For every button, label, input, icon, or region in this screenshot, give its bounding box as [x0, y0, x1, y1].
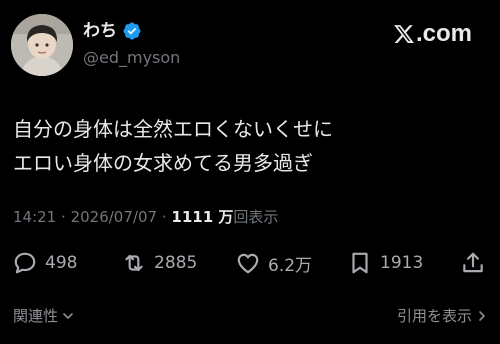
- meta-separator: ·: [161, 208, 167, 226]
- tweet-meta: 14:21 · 2026/07/07 · 1111 万回表示: [13, 207, 278, 227]
- views-label: 回表示: [233, 208, 279, 226]
- heart-icon: [237, 253, 259, 274]
- view-quotes-label: 引用を表示: [396, 307, 472, 325]
- share-button[interactable]: [460, 247, 486, 279]
- verified-badge-icon: [123, 22, 141, 40]
- chevron-right-icon: [479, 310, 485, 321]
- like-count: 6.2万: [268, 255, 313, 276]
- repost-count: 2885: [154, 253, 198, 273]
- views-count: 1111 万: [171, 208, 234, 226]
- sort-relevance-dropdown[interactable]: 関連性: [13, 305, 74, 326]
- brand-logo: .com: [393, 20, 472, 48]
- repost-icon: [125, 254, 143, 272]
- x-logo-icon: [394, 25, 414, 43]
- repost-button[interactable]: 2885: [121, 247, 197, 279]
- reply-button[interactable]: 498: [12, 247, 77, 279]
- tweet-line: エロい身体の女求めてる男多過ぎ: [13, 151, 313, 175]
- user-handle[interactable]: @ed_myson: [83, 48, 180, 68]
- bookmark-button[interactable]: 1913: [347, 247, 423, 279]
- like-button[interactable]: 6.2万: [235, 247, 312, 279]
- reply-icon: [14, 252, 36, 274]
- avatar-photo: [11, 14, 73, 76]
- bookmark-icon: [352, 252, 368, 274]
- meta-separator: ·: [61, 208, 66, 226]
- avatar[interactable]: [11, 14, 73, 76]
- bookmark-count: 1913: [380, 253, 424, 273]
- action-bar: 498 2885 6.2万 1913: [10, 247, 490, 279]
- sort-label: 関連性: [13, 307, 59, 325]
- reply-count: 498: [45, 253, 78, 273]
- display-name[interactable]: わち: [83, 20, 117, 42]
- view-quotes-link[interactable]: 引用を表示: [397, 305, 488, 326]
- tweet-line: 自分の身体は全然エロくないくせに: [13, 117, 333, 141]
- tweet-date[interactable]: 2026/07/07: [71, 208, 157, 226]
- tweet-time[interactable]: 14:21: [13, 208, 56, 226]
- brand-domain: .com: [415, 20, 472, 47]
- share-icon: [463, 252, 483, 273]
- tweet-text: 自分の身体は全然エロくないくせに エロい身体の女求めてる男多過ぎ: [13, 112, 483, 180]
- chevron-down-icon: [63, 312, 73, 319]
